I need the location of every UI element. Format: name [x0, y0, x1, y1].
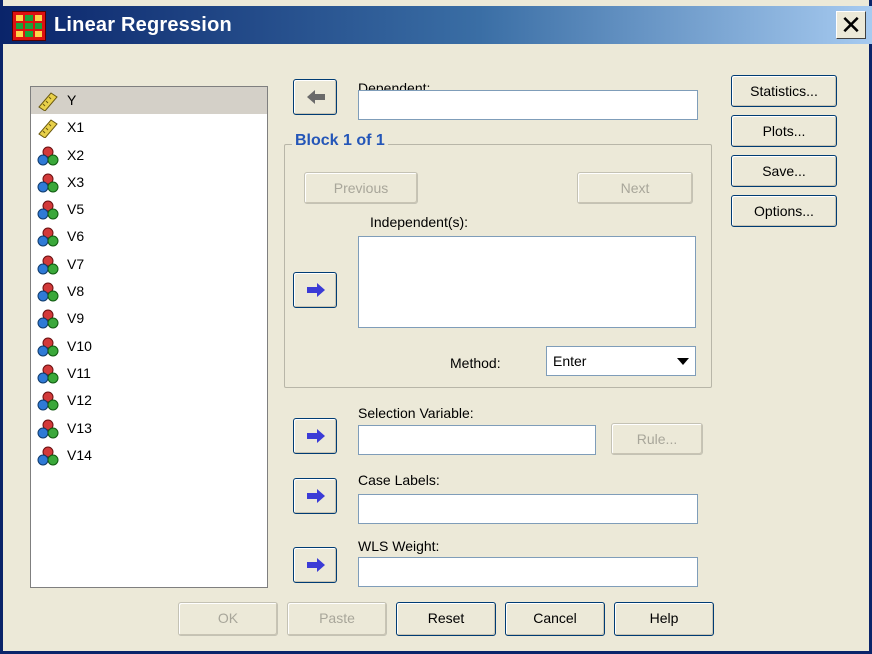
ok-button[interactable]: OK	[178, 602, 278, 636]
variable-name: V9	[67, 310, 85, 327]
variable-item[interactable]: V7	[31, 251, 267, 278]
selection-variable-label: Selection Variable:	[358, 405, 474, 421]
arrow-right-icon	[307, 429, 325, 443]
wls-weight-move-button[interactable]	[293, 547, 337, 583]
next-button[interactable]: Next	[577, 172, 693, 204]
cancel-button[interactable]: Cancel	[505, 602, 605, 636]
method-value: Enter	[553, 353, 587, 369]
variable-item[interactable]: X1	[31, 114, 267, 141]
variable-name: V12	[67, 392, 92, 409]
variable-name: V5	[67, 201, 85, 218]
window-title: Linear Regression	[54, 14, 232, 36]
variable-name: X3	[67, 173, 85, 190]
save-button[interactable]: Save...	[731, 155, 837, 187]
variable-item[interactable]: X2	[31, 142, 267, 169]
variable-item[interactable]: V8	[31, 278, 267, 305]
block-title: Block 1 of 1	[292, 132, 388, 150]
variable-item[interactable]: V13	[31, 415, 267, 442]
arrow-right-icon	[307, 489, 325, 503]
plots-button[interactable]: Plots...	[731, 115, 837, 147]
previous-button[interactable]: Previous	[304, 172, 418, 204]
rule-button[interactable]: Rule...	[611, 423, 703, 455]
independents-move-button[interactable]	[293, 272, 337, 308]
variable-name: V6	[67, 228, 85, 245]
variable-item[interactable]: V12	[31, 387, 267, 414]
variable-name: V7	[67, 255, 85, 272]
arrow-right-icon	[307, 558, 325, 572]
arrow-left-icon	[307, 90, 325, 104]
variable-item[interactable]: V10	[31, 333, 267, 360]
help-button[interactable]: Help	[614, 602, 714, 636]
independents-label: Independent(s):	[370, 214, 469, 230]
independents-field[interactable]	[358, 236, 696, 328]
variable-name: X1	[67, 119, 85, 136]
source-variable-list[interactable]: Y X1 X2 X3 V5 V6 V7 V8 V9 V10 V11 V12 V13 V14	[30, 86, 268, 588]
variable-item[interactable]: V6	[31, 223, 267, 250]
selection-move-button[interactable]	[293, 418, 337, 454]
case-labels-move-button[interactable]	[293, 478, 337, 514]
method-label: Method:	[450, 355, 501, 371]
variable-name: X2	[67, 146, 85, 163]
case-labels-label: Case Labels:	[358, 472, 440, 488]
close-button[interactable]: ✕	[836, 11, 866, 39]
variable-name: Y	[67, 92, 77, 108]
selection-variable-field[interactable]	[358, 425, 596, 455]
spss-app-icon	[12, 11, 46, 41]
variable-item[interactable]: V9	[31, 305, 267, 332]
variable-name: V14	[67, 446, 92, 463]
wls-weight-field[interactable]	[358, 557, 698, 587]
variable-item[interactable]: Y	[31, 87, 267, 115]
variable-name: V10	[67, 337, 92, 354]
paste-button[interactable]: Paste	[287, 602, 387, 636]
chevron-down-icon	[677, 358, 689, 365]
variable-name: V8	[67, 283, 85, 300]
statistics-button[interactable]: Statistics...	[731, 75, 837, 107]
variable-item[interactable]: X3	[31, 169, 267, 196]
variable-item[interactable]: V5	[31, 196, 267, 223]
variable-name: V13	[67, 419, 92, 436]
method-select[interactable]: Enter	[546, 346, 696, 376]
variable-name: V11	[67, 364, 91, 381]
wls-weight-label: WLS Weight:	[358, 538, 440, 554]
variable-item[interactable]: V11	[31, 360, 267, 387]
variable-item[interactable]: V14	[31, 442, 267, 469]
reset-button[interactable]: Reset	[396, 602, 496, 636]
title-bar: Linear Regression ✕	[0, 6, 872, 44]
dependent-field[interactable]	[358, 90, 698, 120]
options-button[interactable]: Options...	[731, 195, 837, 227]
arrow-right-icon	[307, 283, 325, 297]
case-labels-field[interactable]	[358, 494, 698, 524]
dependent-move-button[interactable]	[293, 79, 337, 115]
